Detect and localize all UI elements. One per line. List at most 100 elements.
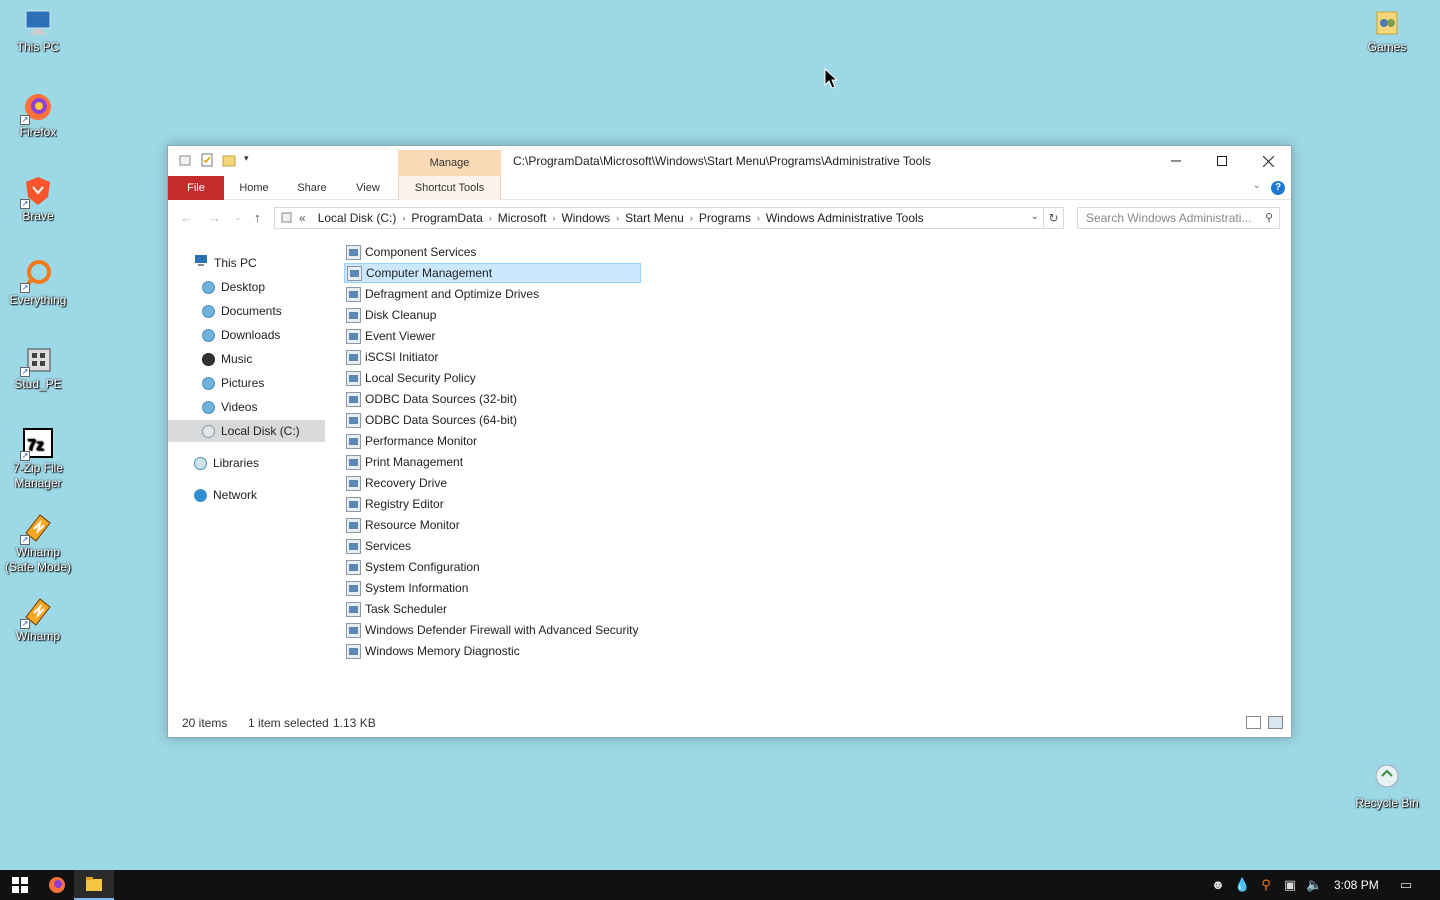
desktop-icon-everything[interactable]: ↗ Everything bbox=[0, 259, 76, 308]
breadcrumb-segment[interactable]: Microsoft bbox=[498, 211, 547, 225]
new-folder-icon[interactable] bbox=[222, 153, 236, 167]
nav-item-videos[interactable]: Videos bbox=[202, 396, 257, 418]
file-item-disk-cleanup[interactable]: Disk Cleanup bbox=[344, 305, 641, 325]
file-item-memory-diagnostic[interactable]: Windows Memory Diagnostic bbox=[344, 641, 641, 661]
desktop-icon-winamp-safe[interactable]: ↗ Winamp (Safe Mode) bbox=[0, 511, 76, 575]
file-item-defender-firewall[interactable]: Windows Defender Firewall with Advanced … bbox=[344, 620, 641, 640]
file-item-system-information[interactable]: System Information bbox=[344, 578, 641, 598]
large-icons-view-icon[interactable] bbox=[1268, 716, 1283, 729]
breadcrumb-segment[interactable]: ProgramData bbox=[411, 211, 482, 225]
file-item-system-configuration[interactable]: System Configuration bbox=[344, 557, 641, 577]
file-item-component-services[interactable]: Component Services bbox=[344, 242, 641, 262]
up-arrow-icon[interactable]: ↑ bbox=[254, 210, 261, 225]
nav-item-label: Downloads bbox=[221, 328, 281, 342]
desktop-icon-label: Brave bbox=[22, 209, 54, 223]
breadcrumb-separator-icon[interactable]: › bbox=[616, 213, 619, 223]
desktop-icon-stud-pe[interactable]: ↗ Stud_PE bbox=[0, 343, 76, 392]
nav-item-this-pc[interactable]: This PC bbox=[194, 252, 257, 274]
details-view-icon[interactable] bbox=[1246, 716, 1261, 729]
breadcrumb-separator-icon[interactable]: › bbox=[489, 213, 492, 223]
file-item-performance-monitor[interactable]: Performance Monitor bbox=[344, 431, 641, 451]
recent-locations-icon[interactable]: ⌄ bbox=[234, 212, 242, 223]
desktop-icon-games[interactable]: Games bbox=[1349, 6, 1425, 55]
tab-manage[interactable]: Manage bbox=[398, 150, 501, 176]
address-dropdown-icon[interactable]: ⌄ bbox=[1031, 211, 1039, 222]
file-name: System Configuration bbox=[365, 560, 480, 574]
nav-item-documents[interactable]: Documents bbox=[202, 300, 282, 322]
nav-item-network[interactable]: Network bbox=[194, 484, 257, 506]
desktop-icon-brave[interactable]: ↗ Brave bbox=[0, 175, 76, 224]
address-bar[interactable]: « Local Disk (C:) › ProgramData › Microsof… bbox=[274, 207, 1064, 229]
taskbar-clock[interactable]: 3:08 PM bbox=[1334, 878, 1379, 892]
help-icon[interactable]: ? bbox=[1271, 181, 1285, 195]
shortcut-icon bbox=[346, 559, 361, 575]
desktop-icon-recycle-bin[interactable]: Recycle Bin bbox=[1349, 762, 1425, 811]
expand-ribbon-icon[interactable]: ⌄ bbox=[1253, 180, 1261, 191]
nav-item-desktop[interactable]: Desktop bbox=[202, 276, 265, 298]
desktop-icon-firefox[interactable]: ↗ Firefox bbox=[0, 91, 76, 140]
file-item-defragment[interactable]: Defragment and Optimize Drives bbox=[344, 284, 641, 304]
desktop-icon-7zip[interactable]: 7z ↗ 7-Zip File Manager bbox=[0, 427, 76, 491]
maximize-button[interactable] bbox=[1199, 146, 1245, 176]
nav-item-libraries[interactable]: Libraries bbox=[194, 452, 259, 474]
shortcut-icon bbox=[346, 475, 361, 491]
breadcrumb-separator-icon[interactable]: › bbox=[552, 213, 555, 223]
nav-item-local-disk[interactable]: Local Disk (C:) bbox=[168, 420, 325, 442]
start-button[interactable] bbox=[0, 870, 40, 900]
nav-item-pictures[interactable]: Pictures bbox=[202, 372, 264, 394]
taskbar-firefox[interactable] bbox=[37, 870, 77, 900]
file-item-resource-monitor[interactable]: Resource Monitor bbox=[344, 515, 641, 535]
breadcrumb-separator-icon[interactable]: › bbox=[690, 213, 693, 223]
tray-everything-icon[interactable]: ⚲ bbox=[1258, 877, 1274, 893]
nav-item-downloads[interactable]: Downloads bbox=[202, 324, 280, 346]
nav-item-music[interactable]: Music bbox=[202, 348, 252, 370]
desktop-icon-winamp[interactable]: ↗ Winamp bbox=[0, 595, 76, 644]
properties-icon[interactable] bbox=[200, 153, 214, 167]
file-name: Services bbox=[365, 539, 412, 553]
search-placeholder: Search Windows Administrati... bbox=[1086, 211, 1252, 225]
network-status-icon[interactable]: ▣ bbox=[1282, 877, 1298, 893]
tray-drop-icon[interactable]: 💧 bbox=[1234, 877, 1250, 893]
file-item-registry-editor[interactable]: Registry Editor bbox=[344, 494, 641, 514]
breadcrumb-segment[interactable]: Start Menu bbox=[625, 211, 684, 225]
back-arrow-icon[interactable]: ← bbox=[180, 210, 193, 225]
tab-view[interactable]: View bbox=[346, 176, 390, 200]
notifications-icon[interactable]: ▭ bbox=[1398, 877, 1414, 893]
address-overflow[interactable]: « bbox=[299, 211, 306, 225]
search-input[interactable]: Search Windows Administrati... ⚲ bbox=[1077, 207, 1280, 229]
file-item-recovery-drive[interactable]: Recovery Drive bbox=[344, 473, 641, 493]
file-name: Event Viewer bbox=[365, 329, 436, 343]
nav-item-label: Local Disk (C:) bbox=[221, 424, 300, 438]
tab-share[interactable]: Share bbox=[288, 176, 336, 200]
file-item-odbc-32[interactable]: ODBC Data Sources (32-bit) bbox=[344, 389, 641, 409]
forward-arrow-icon[interactable]: → bbox=[208, 210, 221, 225]
minimize-button[interactable] bbox=[1153, 146, 1199, 176]
desktop-icon-this-pc[interactable]: This PC bbox=[0, 6, 76, 55]
breadcrumb-separator-icon[interactable]: › bbox=[757, 213, 760, 223]
tab-shortcut-tools[interactable]: Shortcut Tools bbox=[398, 176, 501, 200]
refresh-icon[interactable]: ↻ bbox=[1043, 208, 1063, 228]
breadcrumb-segment[interactable]: Programs bbox=[699, 211, 751, 225]
breadcrumb-separator-icon[interactable]: › bbox=[402, 213, 405, 223]
file-item-computer-management[interactable]: Computer Management bbox=[344, 263, 641, 283]
breadcrumb-segment[interactable]: Windows Administrative Tools bbox=[766, 211, 924, 225]
volume-icon[interactable]: 🔈 bbox=[1306, 877, 1322, 893]
taskbar-file-explorer[interactable] bbox=[74, 870, 114, 900]
tab-home[interactable]: Home bbox=[230, 176, 278, 200]
tab-file[interactable]: File bbox=[168, 176, 224, 200]
file-item-local-security-policy[interactable]: Local Security Policy bbox=[344, 368, 641, 388]
file-item-iscsi-initiator[interactable]: iSCSI Initiator bbox=[344, 347, 641, 367]
close-button[interactable] bbox=[1245, 146, 1291, 176]
breadcrumb-segment[interactable]: Local Disk (C:) bbox=[318, 211, 397, 225]
file-item-task-scheduler[interactable]: Task Scheduler bbox=[344, 599, 641, 619]
shortcut-icon bbox=[347, 265, 362, 281]
file-item-event-viewer[interactable]: Event Viewer bbox=[344, 326, 641, 346]
desktop-icon-label: Stud_PE bbox=[14, 377, 62, 391]
file-item-services[interactable]: Services bbox=[344, 536, 641, 556]
file-item-odbc-64[interactable]: ODBC Data Sources (64-bit) bbox=[344, 410, 641, 430]
customize-dropdown-icon[interactable]: ▾ bbox=[244, 153, 258, 167]
navigation-pane: This PC Desktop Documents Downloads Musi… bbox=[168, 238, 328, 708]
tray-people-icon[interactable]: ☻ bbox=[1210, 877, 1226, 893]
file-item-print-management[interactable]: Print Management bbox=[344, 452, 641, 472]
breadcrumb-segment[interactable]: Windows bbox=[561, 211, 610, 225]
